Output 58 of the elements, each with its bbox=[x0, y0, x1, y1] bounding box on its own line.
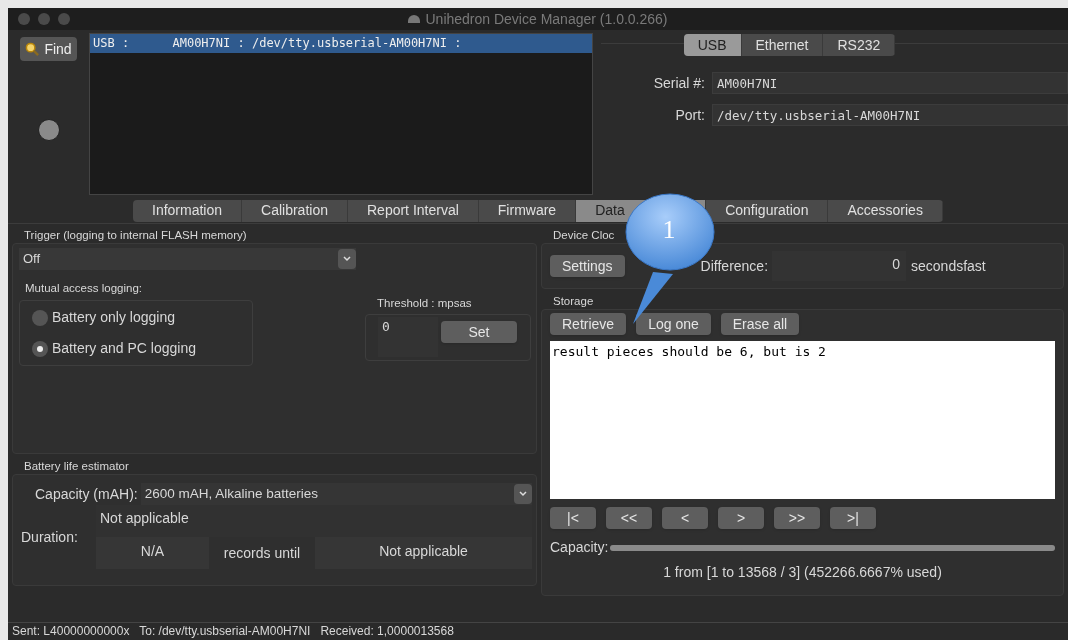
section-title: Device Cloc bbox=[553, 228, 615, 243]
connection-tab[interactable]: Ethernet bbox=[741, 34, 824, 56]
group-title: Threshold : mpsas bbox=[376, 296, 473, 311]
search-icon bbox=[25, 41, 41, 57]
radio-button[interactable] bbox=[32, 309, 48, 326]
trigger-dropdown[interactable]: Off bbox=[19, 248, 356, 270]
section-title: Trigger (logging to internal FLASH memory) bbox=[23, 228, 248, 243]
until-field: Not applicable bbox=[315, 537, 532, 569]
radio-option[interactable]: Battery and PC logging bbox=[32, 338, 252, 360]
threshold-field[interactable]: 0 bbox=[378, 317, 438, 358]
window-control-icon[interactable] bbox=[58, 13, 70, 25]
window-control-icon[interactable] bbox=[38, 13, 50, 25]
window-title: Unihedron Device Manager (1.0.0.266) bbox=[425, 9, 668, 29]
radio-button[interactable] bbox=[32, 340, 48, 357]
chevron-down-icon bbox=[514, 484, 532, 504]
navigation-button[interactable]: >| bbox=[830, 507, 876, 529]
records-label: records until bbox=[222, 543, 302, 563]
section-title: Storage bbox=[552, 294, 595, 309]
log-output: result pieces should be 6, but is 2 bbox=[550, 341, 1055, 499]
unit-label: secondsfast bbox=[911, 256, 986, 276]
capacity-summary: 1 from [1 to 13568 / 3] (452266.6667% used) bbox=[662, 563, 943, 582]
field-label: Difference: bbox=[700, 256, 769, 276]
settings-button[interactable]: Settings bbox=[550, 255, 625, 277]
navigation-button[interactable]: > bbox=[718, 507, 764, 529]
status-bar: Sent: L40000000000x To: /dev/tty.usbserial-AM00H7NI Received: 1,0000013568 bbox=[8, 622, 1068, 640]
section-title: Battery life estimator bbox=[23, 459, 130, 474]
field-label: Duration: bbox=[20, 527, 79, 547]
capacity-dropdown[interactable]: 2600 mAH, Alkaline batteries bbox=[140, 483, 532, 505]
group-title: Mutual access logging: bbox=[24, 281, 143, 296]
chevron-down-icon bbox=[338, 249, 356, 269]
connection-tab[interactable]: USB bbox=[683, 34, 742, 56]
field-label: Serial #: bbox=[652, 73, 706, 93]
field-label: Capacity (mAH): bbox=[34, 484, 139, 504]
field-label: Port: bbox=[674, 105, 706, 125]
find-button[interactable]: Find bbox=[20, 37, 77, 61]
text-field[interactable]: AM00H7NI bbox=[712, 72, 1068, 94]
radio-option[interactable]: Battery only logging bbox=[32, 307, 252, 329]
tab[interactable]: Information bbox=[133, 199, 243, 222]
navigation-button[interactable]: < bbox=[662, 507, 708, 529]
tab[interactable]: Calibration bbox=[242, 199, 348, 222]
tab[interactable]: Accessories bbox=[828, 199, 943, 222]
storage-button[interactable]: Retrieve bbox=[550, 313, 627, 335]
connection-tab[interactable]: RS232 bbox=[823, 34, 896, 56]
tab[interactable]: Report Interval bbox=[348, 199, 479, 222]
set-button[interactable]: Set bbox=[441, 321, 517, 344]
status-indicator-icon bbox=[37, 119, 60, 141]
text-field[interactable]: /dev/tty.usbserial-AM00H7NI bbox=[712, 104, 1068, 126]
device-list-item[interactable]: USB : AM00H7NI : /dev/tty.usbserial-AM00H7NI : bbox=[90, 34, 592, 53]
field-label: Capacity: bbox=[550, 538, 610, 557]
app-icon bbox=[408, 15, 421, 23]
difference-field: 0 bbox=[772, 251, 907, 281]
navigation-button[interactable]: >> bbox=[774, 507, 820, 529]
records-field: N/A bbox=[96, 537, 209, 569]
window-control-icon[interactable] bbox=[18, 13, 30, 25]
navigation-button[interactable]: << bbox=[606, 507, 652, 529]
navigation-button[interactable]: |< bbox=[550, 507, 596, 529]
storage-button[interactable]: Log one bbox=[636, 313, 711, 335]
storage-button[interactable]: Erase all bbox=[720, 313, 800, 335]
